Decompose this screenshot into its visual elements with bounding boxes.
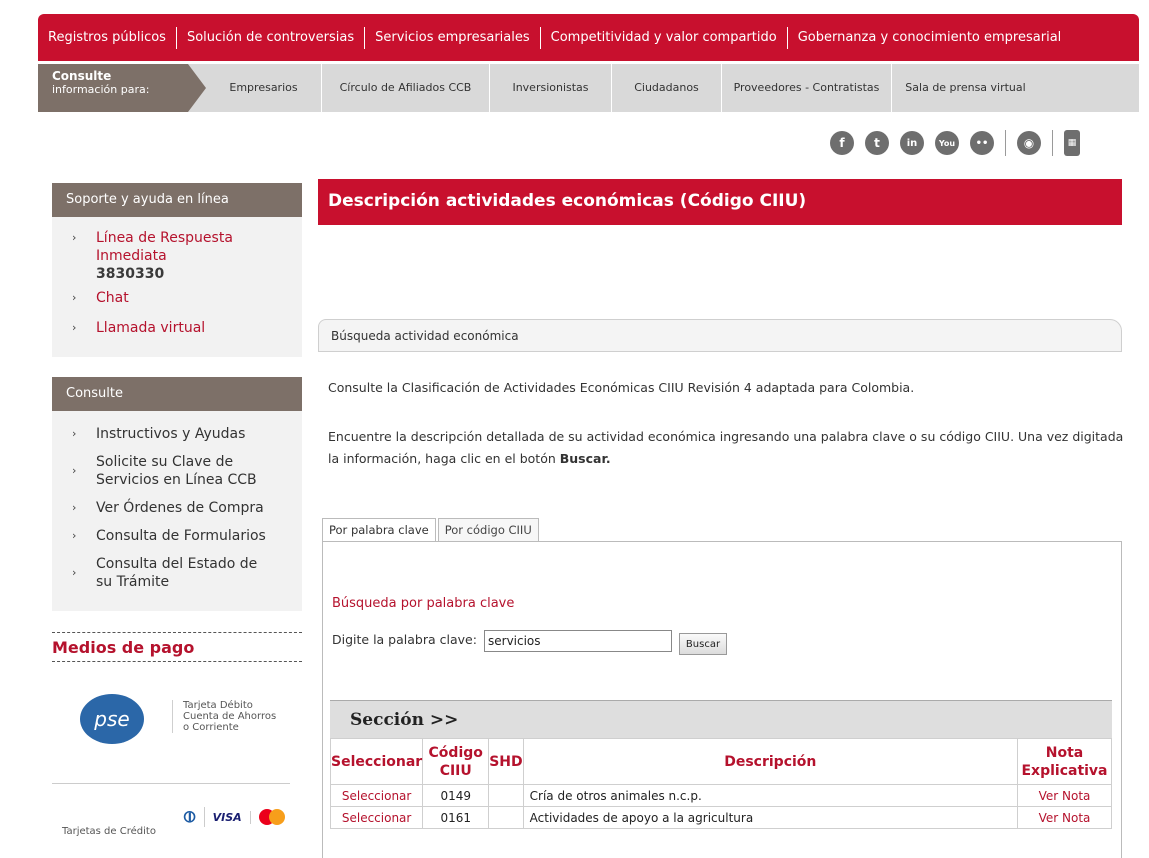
description-cell: Cría de otros animales n.c.p. [522, 784, 1019, 807]
top-nav-gobernanza[interactable]: Gobernanza y conocimiento empresarial [788, 27, 1072, 49]
tab-keyword[interactable]: Por palabra clave [322, 518, 436, 542]
ciiu-code: 0161 [422, 806, 490, 829]
credit-card-logos: ⦶ VISA [176, 804, 293, 830]
facebook-icon[interactable]: f [830, 131, 854, 155]
mobile-icon[interactable]: ▦ [1064, 130, 1080, 156]
consulte-item-estado[interactable]: › Consulta del Estado de su Trámite [52, 555, 272, 591]
social-links: f t in You •• ◉ ▦ [830, 128, 1080, 158]
support-chat-label: Chat [96, 290, 129, 306]
chevron-right-icon: › [72, 464, 77, 477]
select-link[interactable]: Seleccionar [329, 784, 424, 807]
social-divider [1052, 130, 1053, 156]
instructions-buscar: Buscar. [559, 451, 611, 466]
support-item-line[interactable]: › Línea de Respuesta Inmediata 3830330 [52, 229, 272, 283]
audience-ciudadanos[interactable]: Ciudadanos [612, 64, 722, 112]
audience-inversionistas[interactable]: Inversionistas [490, 64, 612, 112]
top-nav-competitividad[interactable]: Competitividad y valor compartido [541, 26, 788, 49]
youtube-icon[interactable]: You [935, 131, 959, 155]
table-row: Seleccionar 0149 Cría de otros animales … [329, 784, 1112, 807]
col-shd-header: SHD [488, 738, 524, 785]
top-nav: Registros públicos Solución de controver… [38, 14, 1139, 61]
pse-description: Tarjeta Débito Cuenta de Ahorros o Corri… [172, 700, 282, 733]
view-note-link[interactable]: Ver Nota [1017, 806, 1112, 829]
support-line-label: Línea de Respuesta Inmediata [96, 230, 233, 264]
description-cell: Actividades de apoyo a la agricultura [522, 806, 1019, 829]
ciiu-code: 0149 [422, 784, 490, 807]
audience-nav: Consulte información para: Empresarios C… [38, 64, 1139, 112]
shd-cell [488, 784, 524, 807]
consulte-item-formularios[interactable]: › Consulta de Formularios [52, 527, 302, 545]
consulte-label: Consulte información para: [38, 64, 206, 112]
pse-logo[interactable]: pse [80, 694, 144, 744]
view-note-link[interactable]: Ver Nota [1017, 784, 1112, 807]
support-item-virtual-call[interactable]: › Llamada virtual [52, 319, 302, 337]
audience-afiliados[interactable]: Círculo de Afiliados CCB [322, 64, 490, 112]
shd-cell [488, 806, 524, 829]
chevron-right-icon: › [72, 231, 77, 244]
consulte-item-instructivos[interactable]: › Instructivos y Ayudas [52, 425, 302, 443]
consulte-item-label: Ver Órdenes de Compra [96, 500, 264, 516]
top-nav-registros[interactable]: Registros públicos [38, 26, 177, 49]
linkedin-icon[interactable]: in [900, 131, 924, 155]
credit-cards-label: Tarjetas de Crédito [62, 826, 156, 837]
consulte-item-ordenes[interactable]: › Ver Órdenes de Compra [52, 499, 302, 517]
table-header-row: Seleccionar Código CIIU SHD Descripción … [329, 738, 1112, 785]
rss-icon[interactable]: ◉ [1017, 131, 1041, 155]
col-desc-header: Descripción [522, 738, 1019, 785]
section-breadcrumb: Sección >> [330, 700, 1112, 738]
keyword-label: Digite la palabra clave: [332, 632, 477, 647]
consulte-item-label: Instructivos y Ayudas [96, 426, 246, 442]
consulte-item-label: Consulta del Estado de su Trámite [96, 556, 258, 590]
social-divider [1005, 130, 1006, 156]
consulte-subtitle: información para: [52, 83, 150, 96]
twitter-icon[interactable]: t [865, 131, 889, 155]
tab-ciiu-code[interactable]: Por código CIIU [437, 518, 539, 542]
consulte-item-label: Consulta de Formularios [96, 528, 266, 544]
results-grid: Seleccionar Código CIIU SHD Descripción … [329, 738, 1112, 829]
chevron-right-icon: › [72, 321, 77, 334]
flickr-icon[interactable]: •• [970, 131, 994, 155]
col-select-header: Seleccionar [329, 738, 424, 785]
support-box: › Línea de Respuesta Inmediata 3830330 ›… [52, 217, 302, 357]
chevron-right-icon: › [72, 566, 77, 579]
top-nav-controversias[interactable]: Solución de controversias [177, 26, 366, 49]
instructions-text: Encuentre la descripción detallada de su… [328, 426, 1124, 470]
table-row: Seleccionar 0161 Actividades de apoyo a … [329, 806, 1112, 829]
consulte-menu: › Instructivos y Ayudas › Solicite su Cl… [52, 411, 302, 611]
chevron-right-icon: › [72, 501, 77, 514]
chevron-right-icon: › [72, 529, 77, 542]
consulte-item-label: Solicite su Clave de Servicios en Línea … [96, 454, 257, 488]
mastercard-icon [251, 809, 293, 825]
keyword-input[interactable] [484, 630, 672, 652]
support-item-chat[interactable]: › Chat [52, 289, 302, 307]
search-button[interactable]: Buscar [679, 633, 727, 655]
chevron-right-icon: › [72, 427, 77, 440]
support-title: Soporte y ayuda en línea [52, 183, 302, 217]
select-link[interactable]: Seleccionar [329, 806, 424, 829]
search-tabs: Por palabra clave Por código CIIU [322, 518, 541, 542]
col-code-header: Código CIIU [422, 738, 490, 785]
consulte-item-clave[interactable]: › Solicite su Clave de Servicios en Líne… [52, 453, 272, 489]
chevron-right-icon: › [72, 291, 77, 304]
support-call-label: Llamada virtual [96, 320, 206, 336]
consulte-title: Consulte [52, 69, 112, 83]
visa-icon: VISA [205, 810, 251, 824]
support-line-number: 3830330 [96, 266, 165, 282]
payment-methods-title: Medios de pago [52, 632, 302, 662]
top-nav-servicios[interactable]: Servicios empresariales [365, 26, 541, 49]
diners-icon: ⦶ [176, 807, 205, 827]
consulte-menu-title: Consulte [52, 377, 302, 411]
page-title: Descripción actividades económicas (Códi… [318, 179, 1122, 225]
audience-proveedores[interactable]: Proveedores - Contratistas [722, 64, 892, 112]
results-table: Sección >> Seleccionar Código CIIU SHD D… [329, 700, 1112, 829]
audience-empresarios[interactable]: Empresarios [206, 64, 322, 112]
instructions-body: Encuentre la descripción detallada de su… [328, 429, 1124, 466]
divider [52, 783, 290, 784]
audience-prensa[interactable]: Sala de prensa virtual [892, 64, 1039, 112]
col-note-header: Nota Explicativa [1017, 738, 1112, 785]
search-section-header: Búsqueda actividad económica [318, 319, 1122, 352]
keyword-search-title: Búsqueda por palabra clave [332, 596, 515, 611]
intro-text: Consulte la Clasificación de Actividades… [328, 380, 915, 395]
